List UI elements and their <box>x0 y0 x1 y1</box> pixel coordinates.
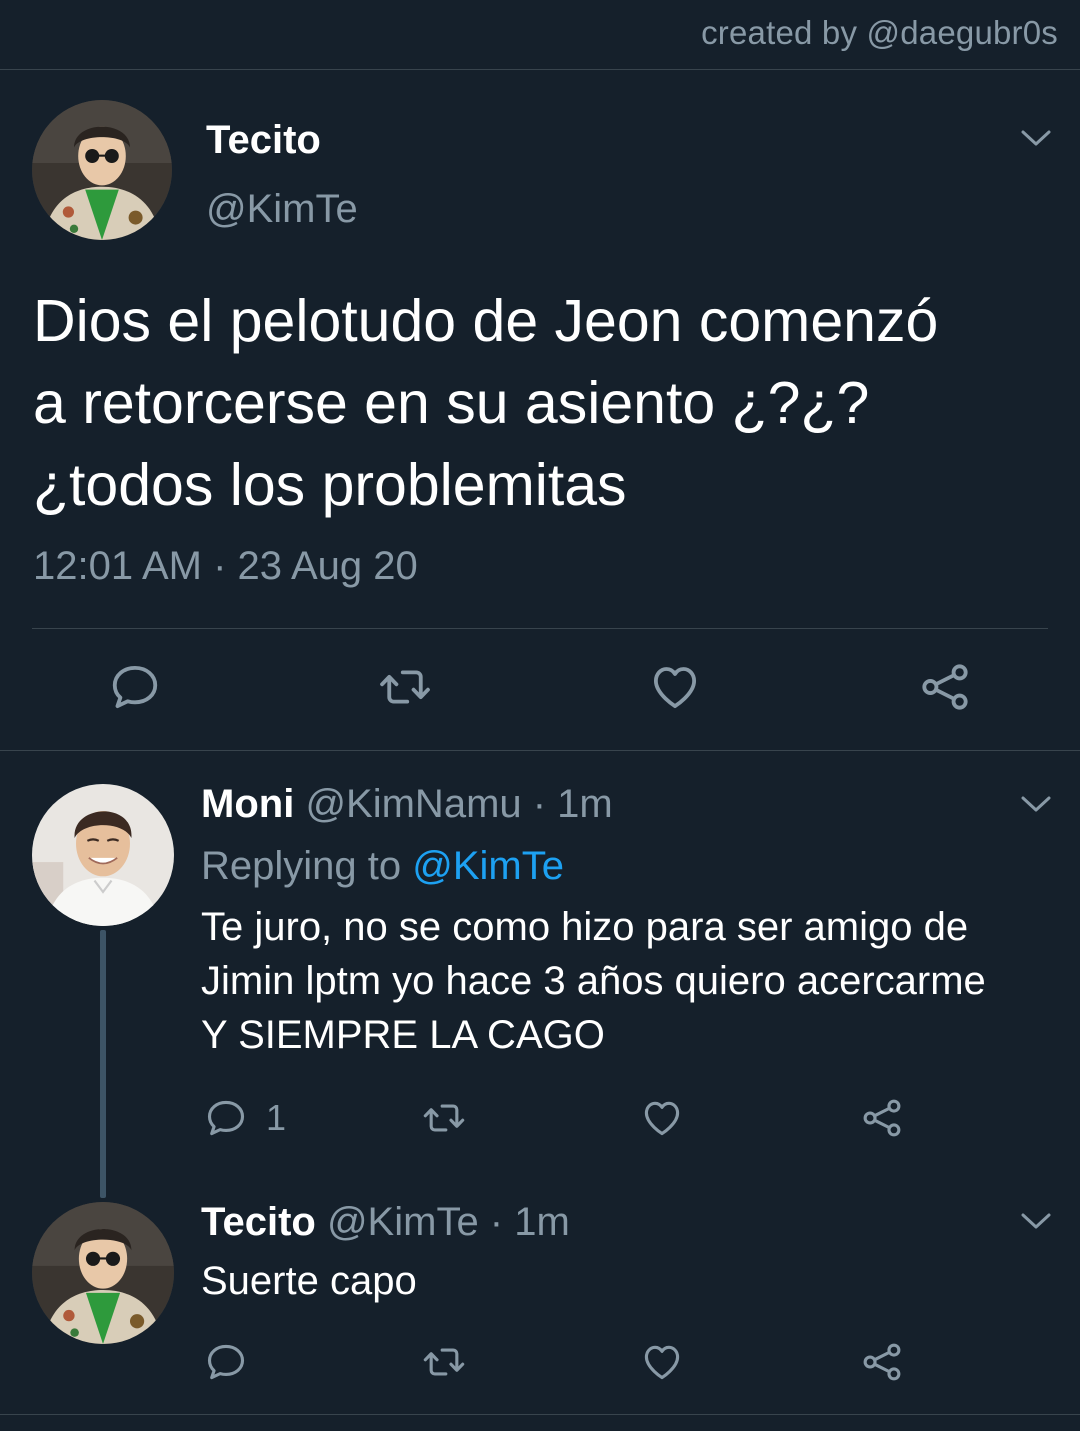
reply-icon <box>204 1096 248 1140</box>
author-handle[interactable]: @KimTe <box>206 187 358 232</box>
tweet-text-line: Y SIEMPRE LA CAGO <box>201 1013 605 1057</box>
user-avatar-icon[interactable] <box>32 100 172 240</box>
top-divider <box>0 69 1080 70</box>
share-button[interactable] <box>860 1340 904 1384</box>
chevron-down-icon[interactable] <box>1019 127 1053 149</box>
share-icon <box>918 660 972 714</box>
mention-link[interactable]: @KimTe <box>412 844 564 888</box>
tweet-text-line: Suerte capo <box>201 1259 417 1303</box>
heart-icon <box>640 1340 684 1384</box>
like-button[interactable] <box>640 1340 684 1384</box>
tweet-text-line: Dios el pelotudo de Jeon comenzó <box>33 288 939 354</box>
heart-icon <box>640 1096 684 1140</box>
replying-label: Replying to <box>201 844 402 888</box>
retweet-icon <box>420 1096 468 1140</box>
retweet-button[interactable] <box>420 1096 468 1140</box>
like-button[interactable] <box>640 1096 684 1140</box>
retweet-icon <box>420 1340 468 1384</box>
user-avatar-icon[interactable] <box>32 1202 174 1344</box>
tweet-text: Suerte capo <box>201 1254 1061 1308</box>
reply-header: Tecito @KimTe · 1m <box>201 1200 570 1245</box>
tweet-text-line: Jimin lptm yo hace 3 años quiero acercar… <box>201 959 986 1003</box>
thread-connector <box>100 930 106 1198</box>
retweet-icon <box>376 660 434 714</box>
heart-icon <box>648 660 702 714</box>
share-icon <box>860 1340 904 1384</box>
share-button[interactable] <box>860 1096 904 1140</box>
reply-button[interactable]: 1 <box>204 1096 286 1140</box>
reply-icon <box>108 660 162 714</box>
retweet-button[interactable] <box>376 660 434 714</box>
chevron-down-icon[interactable] <box>1019 1210 1053 1232</box>
tweet-text: Dios el pelotudo de Jeon comenzó a retor… <box>33 280 1053 526</box>
tweet-timestamp[interactable]: 12:01 AM · 23 Aug 20 <box>33 544 418 589</box>
author-name[interactable]: Tecito <box>201 1200 316 1244</box>
author-handle[interactable]: @KimNamu · 1m <box>305 782 612 826</box>
share-icon <box>860 1096 904 1140</box>
tweet-text-line: Te juro, no se como hizo para ser amigo … <box>201 905 969 949</box>
creator-credit: created by @daegubr0s <box>701 14 1058 51</box>
replying-to: Replying to @KimTe <box>201 844 564 889</box>
tweet-text-line: ¿todos los problemitas <box>33 452 627 518</box>
action-divider <box>32 628 1048 629</box>
author-handle[interactable]: @KimTe · 1m <box>327 1200 570 1244</box>
reply-button[interactable] <box>108 660 162 714</box>
reply-button[interactable] <box>204 1340 248 1384</box>
bottom-divider <box>0 1414 1080 1415</box>
user-avatar-icon[interactable] <box>32 784 174 926</box>
tweet-text-line: a retorcerse en su asiento ¿?¿? <box>33 370 870 436</box>
section-divider <box>0 750 1080 751</box>
reply-count: 1 <box>266 1097 287 1138</box>
author-name[interactable]: Tecito <box>206 118 321 163</box>
chevron-down-icon[interactable] <box>1019 793 1053 815</box>
tweet-text: Te juro, no se como hizo para ser amigo … <box>201 900 1061 1062</box>
reply-icon <box>204 1340 248 1384</box>
reply-header: Moni @KimNamu · 1m <box>201 782 613 827</box>
share-button[interactable] <box>918 660 972 714</box>
retweet-button[interactable] <box>420 1340 468 1384</box>
author-name[interactable]: Moni <box>201 782 294 826</box>
like-button[interactable] <box>648 660 702 714</box>
